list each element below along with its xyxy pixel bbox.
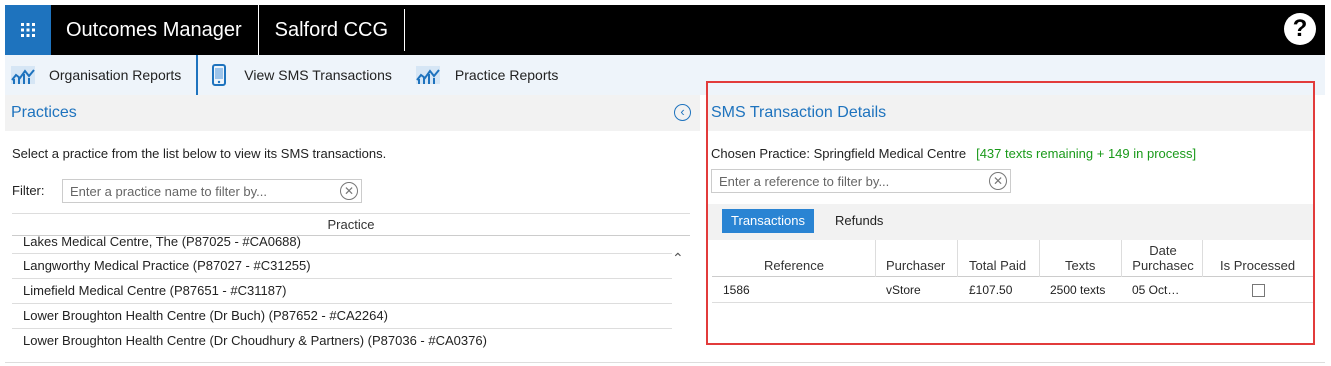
nav-label: View SMS Transactions: [244, 67, 392, 83]
list-item[interactable]: Lower Broughton Health Centre (Dr Choudh…: [12, 329, 672, 350]
list-item[interactable]: Lower Broughton Health Centre (Dr Buch) …: [12, 304, 672, 329]
practice-column-header[interactable]: Practice: [12, 213, 690, 236]
practices-title: Practices: [11, 104, 77, 121]
app-launcher-icon[interactable]: [5, 5, 51, 55]
practice-list: Lakes Medical Centre, The (P87025 - #CA0…: [12, 236, 690, 350]
list-item[interactable]: Limefield Medical Centre (P87651 - #C311…: [12, 279, 672, 304]
bar-chart-icon: [415, 66, 440, 84]
organisation-title[interactable]: Salford CCG: [259, 9, 406, 51]
nav-label: Practice Reports: [454, 67, 559, 83]
bar-chart-icon: [11, 66, 35, 84]
highlight-frame: [706, 81, 1315, 345]
list-item[interactable]: Langworthy Medical Practice (P87027 - #C…: [12, 254, 672, 279]
top-bar: Outcomes Manager Salford CCG ?: [5, 5, 1325, 55]
nav-view-sms-transactions[interactable]: View SMS Transactions: [198, 55, 406, 95]
filter-label: Filter:: [12, 183, 45, 198]
clear-filter-icon[interactable]: ✕: [340, 182, 358, 200]
list-item[interactable]: Lakes Medical Centre, The (P87025 - #CA0…: [12, 236, 672, 254]
nav-practice-reports[interactable]: Practice Reports: [406, 55, 572, 95]
filter-placeholder: Enter a practice name to filter by...: [70, 184, 268, 199]
mobile-phone-icon: [212, 64, 227, 86]
practices-header: Practices ‹: [5, 95, 700, 131]
divider: [5, 362, 1325, 363]
practices-intro-text: Select a practice from the list below to…: [12, 146, 387, 161]
nav-label: Organisation Reports: [49, 67, 182, 83]
practice-filter-input[interactable]: Enter a practice name to filter by... ✕: [62, 179, 362, 203]
collapse-left-icon[interactable]: ‹: [674, 104, 691, 121]
scroll-up-icon[interactable]: ⌃: [672, 250, 684, 267]
nav-organisation-reports[interactable]: Organisation Reports: [5, 55, 199, 95]
app-title[interactable]: Outcomes Manager: [51, 5, 259, 55]
help-icon[interactable]: ?: [1284, 13, 1316, 45]
